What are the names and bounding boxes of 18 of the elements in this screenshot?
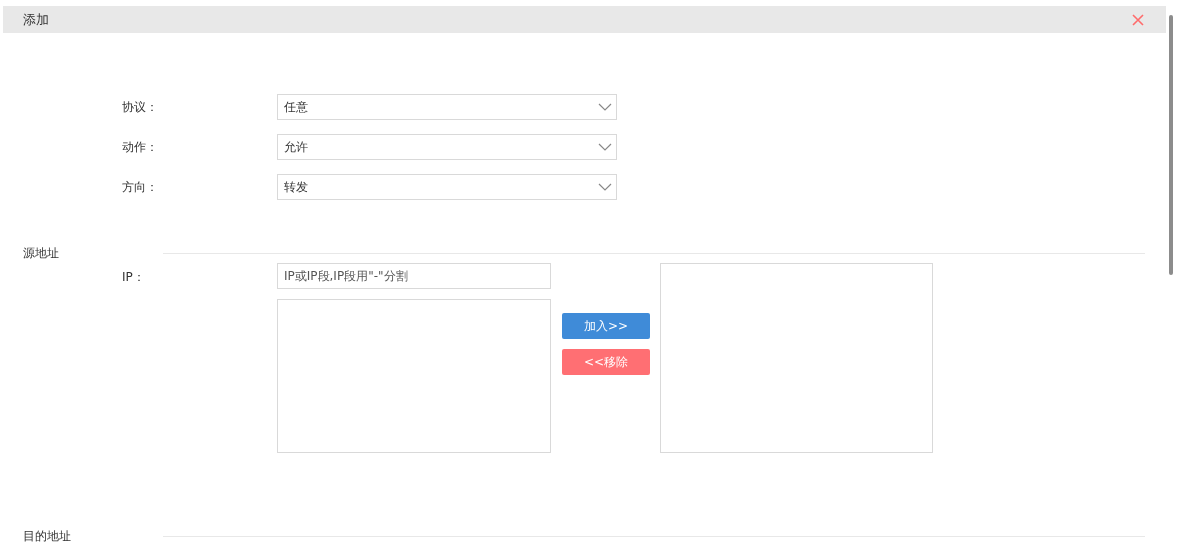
ip-input[interactable]: IP或IP段,IP段用"-"分割 <box>277 263 551 289</box>
scrollbar-thumb[interactable] <box>1169 15 1174 275</box>
field-label: IP： <box>122 269 146 286</box>
select-field[interactable]: 任意 <box>277 94 617 120</box>
field-label: 动作： <box>122 139 159 156</box>
select-field[interactable]: 转发 <box>277 174 617 200</box>
chevron-down-icon <box>598 183 612 191</box>
close-button[interactable] <box>1132 13 1145 26</box>
chevron-down-icon <box>598 103 612 111</box>
action-button[interactable]: 加入>> <box>562 313 650 339</box>
section-title: 源地址 <box>23 245 60 262</box>
field-label: 方向： <box>122 179 159 196</box>
chevron-down-icon <box>598 143 612 151</box>
field-label: 协议： <box>122 99 159 116</box>
section-title: 目的地址 <box>23 528 72 545</box>
dialog-title: 添加 <box>23 10 49 29</box>
select-field[interactable]: 允许 <box>277 134 617 160</box>
list-box[interactable] <box>277 299 551 453</box>
